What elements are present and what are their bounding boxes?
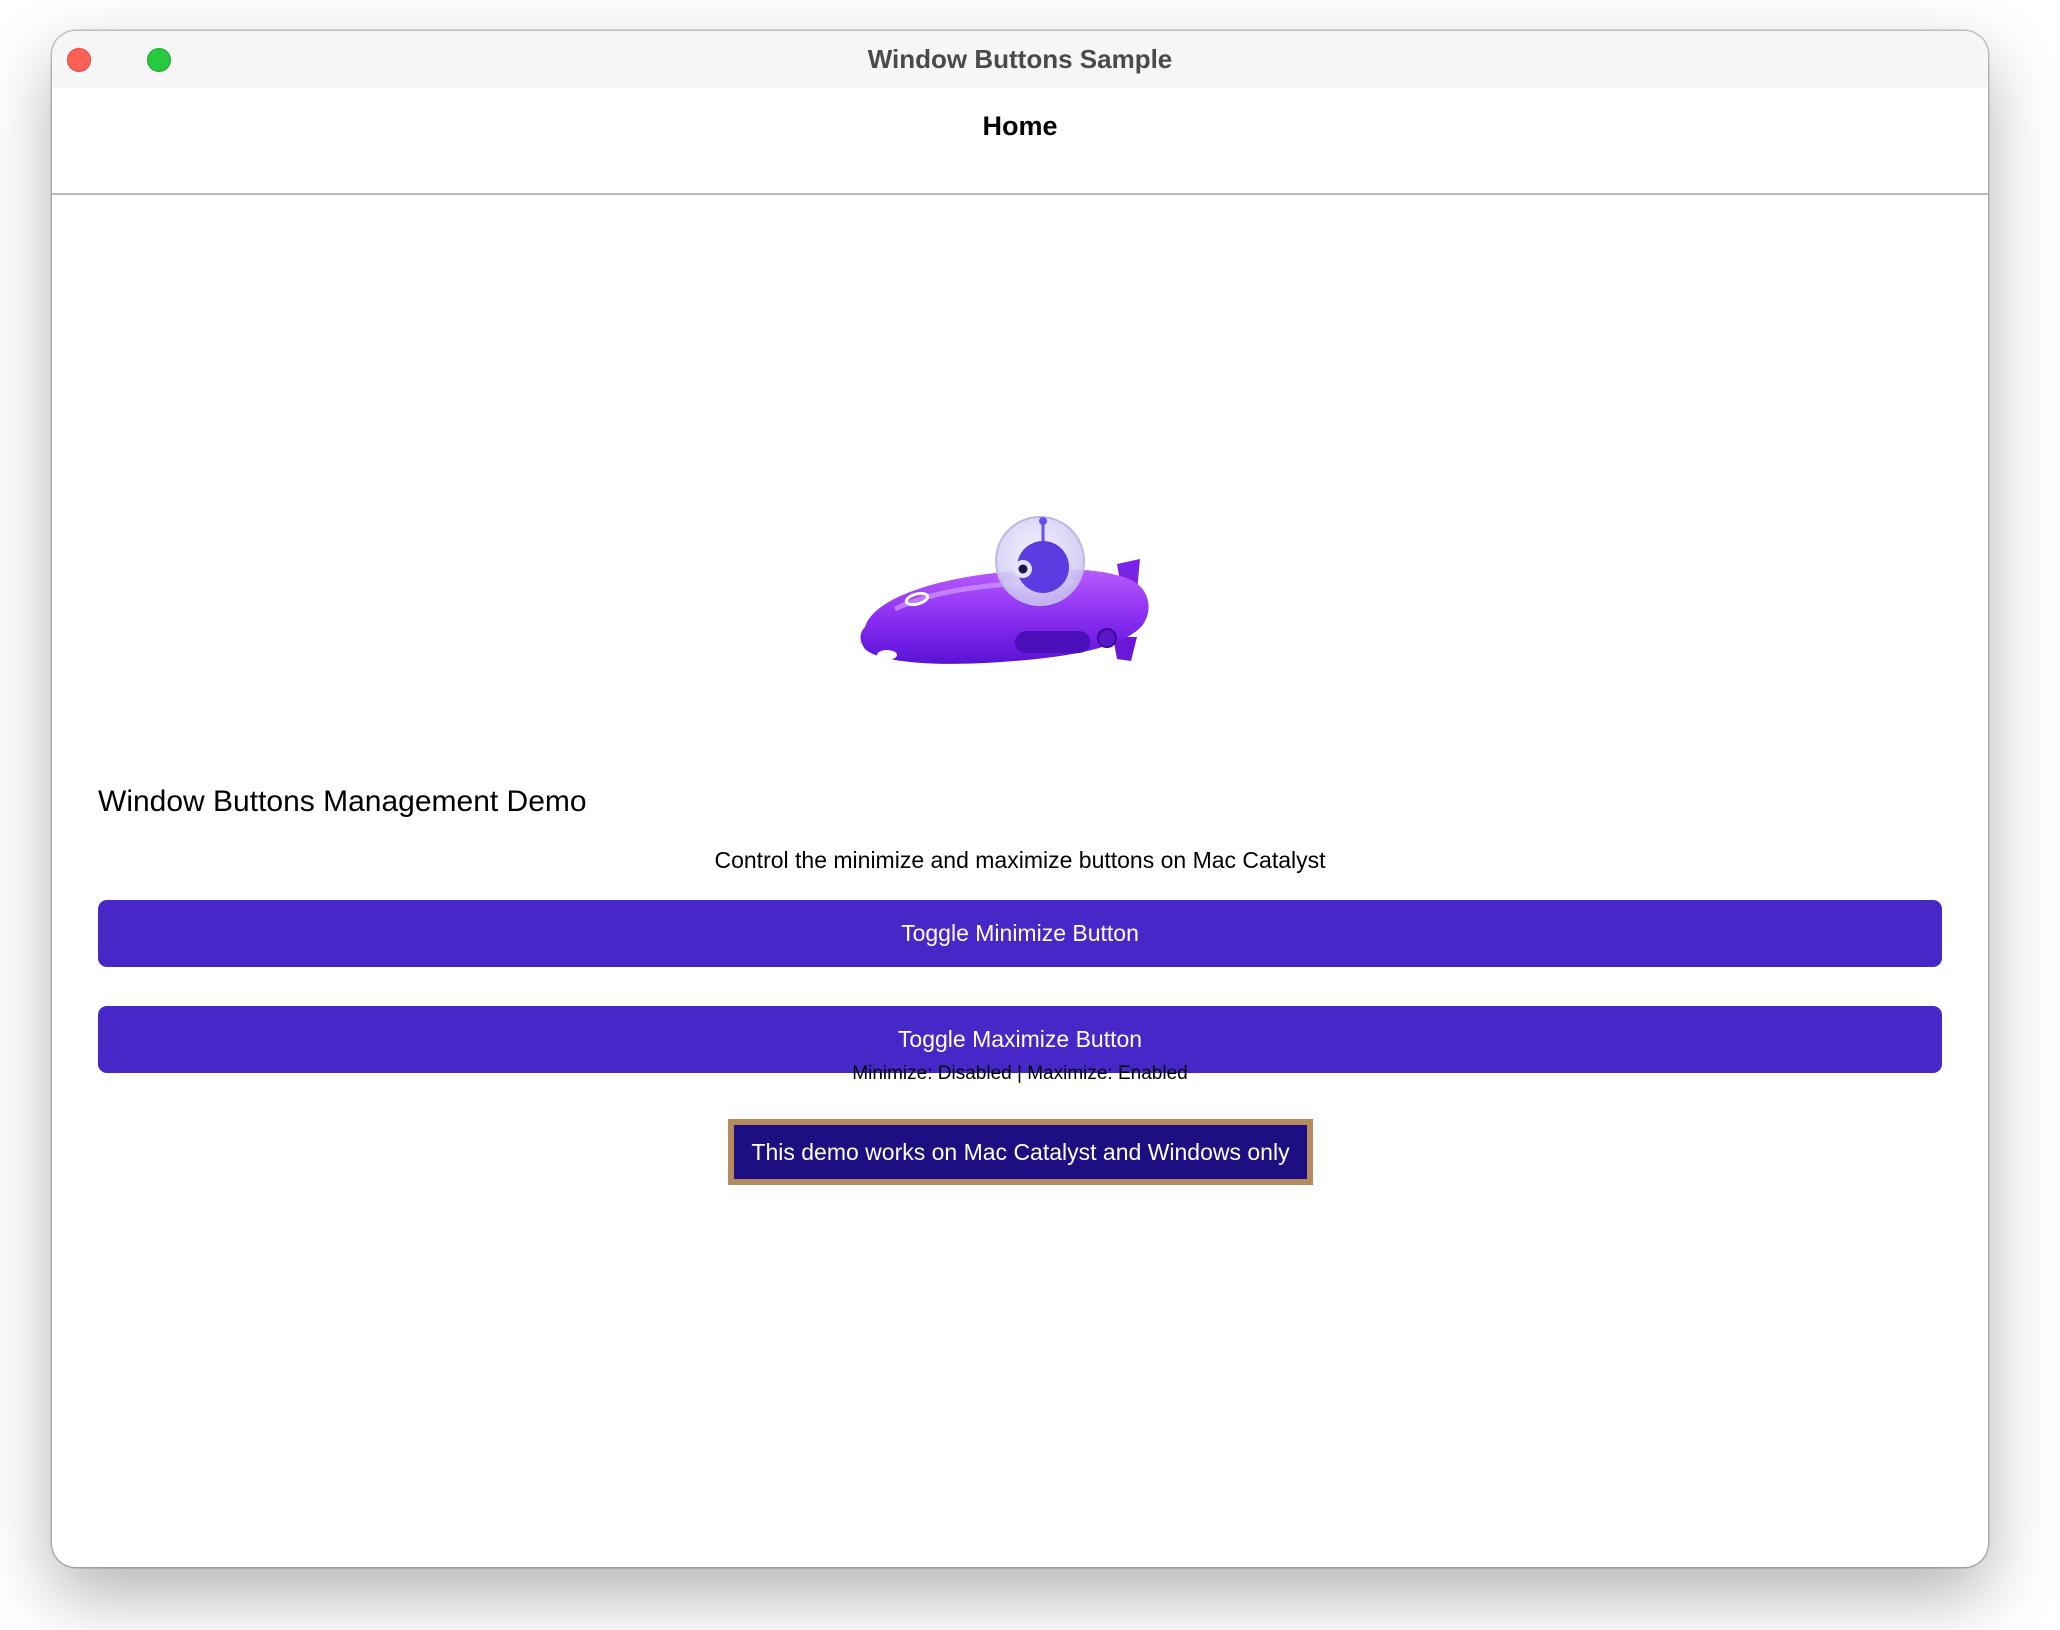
- desktop: Window Buttons Sample Home Window Button…: [0, 0, 2060, 1630]
- platform-notice: This demo works on Mac Catalyst and Wind…: [728, 1119, 1313, 1185]
- title-bar: Window Buttons Sample: [52, 31, 1988, 88]
- toggle-minimize-button[interactable]: Toggle Minimize Button: [98, 900, 1942, 967]
- demo-description: Control the minimize and maximize button…: [714, 847, 1326, 873]
- submarine-mascot-icon: [860, 516, 1149, 664]
- window-buttons-status: Minimize: Disabled | Maximize: Enabled: [852, 1063, 1188, 1084]
- window-title: Window Buttons Sample: [867, 44, 1173, 74]
- page-title: Home: [982, 111, 1058, 141]
- navigation-bar: Home: [52, 88, 1988, 195]
- app-window: Window Buttons Sample Home Window Button…: [52, 31, 1988, 1567]
- demo-heading: Window Buttons Management Demo: [98, 785, 587, 818]
- main-content: Window Buttons Management Demo Control t…: [52, 195, 1988, 1567]
